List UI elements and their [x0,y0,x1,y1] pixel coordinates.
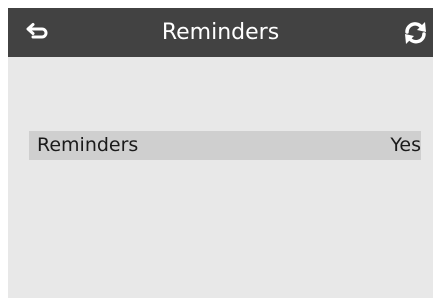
setting-value: Yes [390,134,421,156]
page-title: Reminders [161,20,280,45]
refresh-button[interactable] [401,19,431,47]
device-screen: Reminders Reminders Yes [8,8,433,298]
header-bar: Reminders [8,8,433,57]
refresh-icon [405,22,426,44]
setting-row-reminders[interactable]: Reminders Yes [29,131,421,160]
setting-label: Reminders [37,134,139,156]
